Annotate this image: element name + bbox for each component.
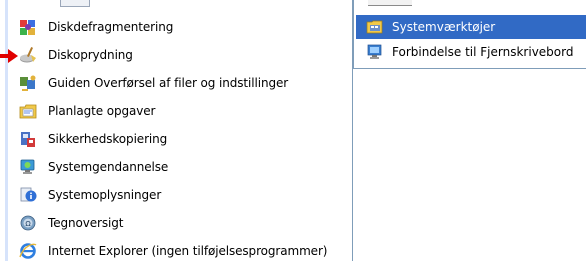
red-arrow-pointer-icon bbox=[0, 49, 18, 63]
menu-item-label: Sikkerhedskopiering bbox=[48, 132, 168, 146]
system-tools-menu: Diskdefragmentering Diskoprydning Guiden… bbox=[0, 0, 353, 261]
submenu-panel: Systemværktøjer Forbindelse til Fjernskr… bbox=[353, 0, 586, 69]
menu-item-label: Diskoprydning bbox=[48, 48, 133, 62]
submenu-item-label: Forbindelse til Fjernskrivebord bbox=[392, 45, 574, 59]
menu-item-internet-explorer[interactable]: Internet Explorer (ingen tilføjelsesprog… bbox=[10, 237, 348, 261]
scheduled-tasks-icon bbox=[18, 101, 38, 121]
menu-item-label: Systemgendannelse bbox=[48, 160, 169, 174]
menu-item-disk-defragmenter[interactable]: Diskdefragmentering bbox=[10, 13, 348, 41]
menu-item-scheduled-tasks[interactable]: Planlagte opgaver bbox=[10, 97, 348, 125]
system-restore-icon bbox=[18, 157, 38, 177]
menu-item-label: Systemoplysninger bbox=[48, 188, 162, 202]
submenu-item-system-tools[interactable]: Systemværktøjer bbox=[356, 15, 586, 39]
submenu-item-label: Systemværktøjer bbox=[392, 20, 496, 34]
menu-item-system-information[interactable]: Systemoplysninger bbox=[10, 181, 348, 209]
menu-item-character-map[interactable]: Ω Tegnoversigt bbox=[10, 209, 348, 237]
files-settings-transfer-icon bbox=[18, 73, 38, 93]
menu-item-disk-cleanup[interactable]: Diskoprydning bbox=[10, 41, 348, 69]
disk-cleanup-icon bbox=[18, 45, 38, 65]
menu-item-label: Internet Explorer (ingen tilføjelsesprog… bbox=[48, 244, 328, 258]
menu-item-label: Diskdefragmentering bbox=[48, 20, 174, 34]
menu-edge-strip bbox=[0, 0, 8, 261]
backup-icon bbox=[18, 129, 38, 149]
character-map-icon: Ω bbox=[18, 213, 38, 233]
submenu-top-partial-item bbox=[368, 0, 412, 6]
submenu-item-remote-desktop[interactable]: Forbindelse til Fjernskrivebord bbox=[356, 40, 586, 64]
menu-item-system-restore[interactable]: Systemgendannelse bbox=[10, 153, 348, 181]
menu-item-backup[interactable]: Sikkerhedskopiering bbox=[10, 125, 348, 153]
system-tools-folder-icon bbox=[366, 18, 384, 36]
disk-defragmenter-icon bbox=[18, 17, 38, 37]
menu-item-label: Planlagte opgaver bbox=[48, 104, 156, 118]
internet-explorer-icon bbox=[18, 241, 38, 261]
menu-top-partial-item bbox=[60, 0, 90, 7]
menu-item-files-settings-transfer[interactable]: Guiden Overførsel af filer og indstillin… bbox=[10, 69, 348, 97]
menu-item-label: Guiden Overførsel af filer og indstillin… bbox=[48, 76, 289, 90]
menu-item-label: Tegnoversigt bbox=[48, 216, 124, 230]
remote-desktop-icon bbox=[366, 43, 384, 61]
svg-text:Ω: Ω bbox=[25, 220, 31, 228]
screenshot-stage: Diskdefragmentering Diskoprydning Guiden… bbox=[0, 0, 586, 261]
system-information-icon bbox=[18, 185, 38, 205]
